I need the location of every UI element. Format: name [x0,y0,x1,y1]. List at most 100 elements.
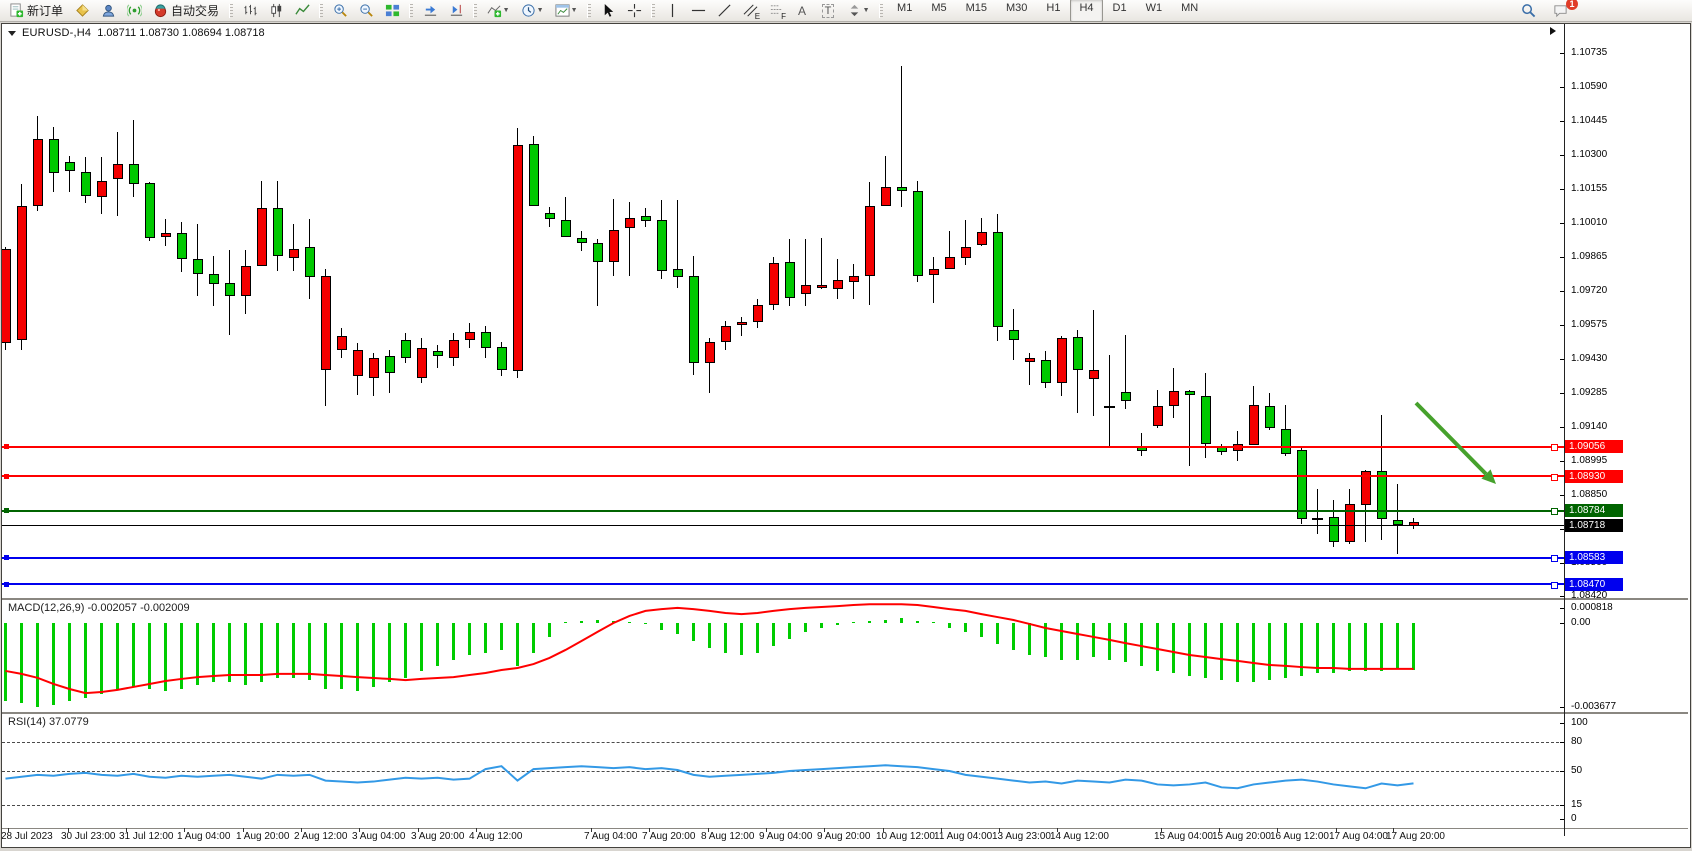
line-handle-right[interactable] [1551,508,1558,515]
time-axis-label: 31 Jul 12:00 [119,831,174,842]
candle-body [209,274,219,284]
auto-trading-button[interactable]: 自动交易 [148,0,224,22]
tile-windows-button[interactable] [380,1,404,21]
text-label-tool-button[interactable]: T [816,1,840,21]
line-handle-left[interactable] [4,474,9,479]
level-price-badge: 1.08470 [1565,578,1623,591]
timeframe-M30[interactable]: M30 [997,0,1036,22]
line-handle-left[interactable] [4,444,9,449]
search-button[interactable] [1516,1,1540,21]
line-handle-right[interactable] [1551,474,1558,481]
auto-scroll-button[interactable] [418,1,442,21]
zoom-out-button[interactable] [354,1,378,21]
candle-body [977,232,987,245]
line-handle-right[interactable] [1551,444,1558,451]
macd-histogram-bar [20,623,23,703]
signals-button[interactable] [122,1,146,21]
macd-histogram-bar [996,623,999,644]
candle-body [1249,405,1259,445]
chart-shift-button[interactable] [444,1,468,21]
macd-axis-tick [1560,608,1564,609]
candle-body [753,305,763,323]
equidistant-channel-tool-button[interactable]: E [738,1,762,21]
horizontal-line-object[interactable] [2,510,1564,512]
rsi-pane[interactable]: RSI(14) 37.0779 [2,714,1564,828]
trend-arrow-annotation[interactable] [1416,403,1496,484]
fibonacci-tool-button[interactable]: F [764,1,788,21]
arrows-tool-button[interactable]: ▼ [842,1,874,21]
timeframe-W1[interactable]: W1 [1137,0,1172,22]
new-order-button[interactable]: 新订单 [4,0,68,22]
line-handle-left[interactable] [4,555,9,560]
zoom-in-button[interactable] [328,1,352,21]
trendline-tool-button[interactable] [712,1,736,21]
candlestick-mode-button[interactable] [264,1,288,21]
macd-histogram-bar [580,621,583,623]
profile-button[interactable] [96,1,120,21]
macd-signal-line [6,604,1414,693]
indicators-button[interactable]: ▼ [482,1,514,21]
horizontal-line-object[interactable] [2,446,1564,448]
trading-terminal: 新订单 自动交易 [0,0,1692,851]
line-handle-left[interactable] [4,508,9,513]
crosshair-tool-button[interactable] [622,1,646,21]
price-axis-label: 1.09430 [1571,353,1607,364]
scroll-to-end-marker[interactable] [1550,27,1556,35]
search-icon [1521,3,1536,18]
macd-histogram-bar [164,623,167,691]
macd-histogram-bar [180,623,183,689]
notifications-button[interactable]: 1 [1548,1,1572,21]
timeframe-D1[interactable]: D1 [1104,0,1136,22]
timeframe-M15[interactable]: M15 [957,0,996,22]
chart-window[interactable]: EURUSD-,H4 1.08711 1.08730 1.08694 1.087… [1,23,1691,848]
time-axis-tick [883,828,884,832]
horizontal-line-object[interactable] [2,583,1564,585]
line-handle-right[interactable] [1551,555,1558,562]
macd-histogram-bar [452,623,455,660]
macd-histogram-bar [420,623,423,671]
metaeditor-button[interactable] [70,1,94,21]
timeframe-M1[interactable]: M1 [888,0,921,22]
main-price-pane[interactable]: EURUSD-,H4 1.08711 1.08730 1.08694 1.087… [2,24,1564,598]
time-axis-label: 28 Jul 2023 [2,831,53,842]
macd-histogram-bar [228,623,231,682]
candle-body [257,208,267,266]
price-axis-label: 1.08420 [1571,590,1607,601]
line-handle-left[interactable] [4,582,9,587]
collapse-icon[interactable] [8,31,16,36]
horizontal-line-tool-button[interactable] [686,1,710,21]
horizontal-line-object[interactable] [2,475,1564,477]
price-axis-tick [1560,393,1564,394]
line-handle-right[interactable] [1551,582,1558,589]
macd-histogram-bar [484,623,487,653]
macd-histogram-bar [68,623,71,701]
macd-histogram-bar [1044,623,1047,657]
macd-histogram-bar [724,623,727,653]
candle-body [625,218,635,228]
price-axis-label: 1.10300 [1571,149,1607,160]
line-chart-mode-button[interactable] [290,1,314,21]
candle-body [273,208,283,256]
candle-wick [1317,489,1318,534]
timeframe-H4[interactable]: H4 [1070,0,1102,22]
macd-pane[interactable]: MACD(12,26,9) -0.002057 -0.002009 [2,600,1564,712]
toolbar-grip [229,4,233,18]
timeframe-MN[interactable]: MN [1172,0,1207,22]
periods-button[interactable]: ▼ [516,1,548,21]
macd-histogram-bar [868,621,871,623]
macd-histogram-bar [500,623,503,650]
macd-histogram-bar [52,623,55,705]
vertical-line-tool-button[interactable] [660,1,684,21]
macd-histogram-bar [468,623,471,655]
templates-button[interactable]: ▼ [550,1,582,21]
candle-body [545,213,555,219]
timeframe-M5[interactable]: M5 [922,0,955,22]
price-axis-label: 1.09575 [1571,319,1607,330]
bar-chart-mode-button[interactable] [238,1,262,21]
horizontal-line-object[interactable] [2,557,1564,559]
text-tool-button[interactable]: A [790,1,814,21]
timeframe-H1[interactable]: H1 [1037,0,1069,22]
cursor-tool-button[interactable] [596,1,620,21]
macd-histogram-bar [1380,623,1383,671]
macd-histogram-bar [1172,623,1175,673]
